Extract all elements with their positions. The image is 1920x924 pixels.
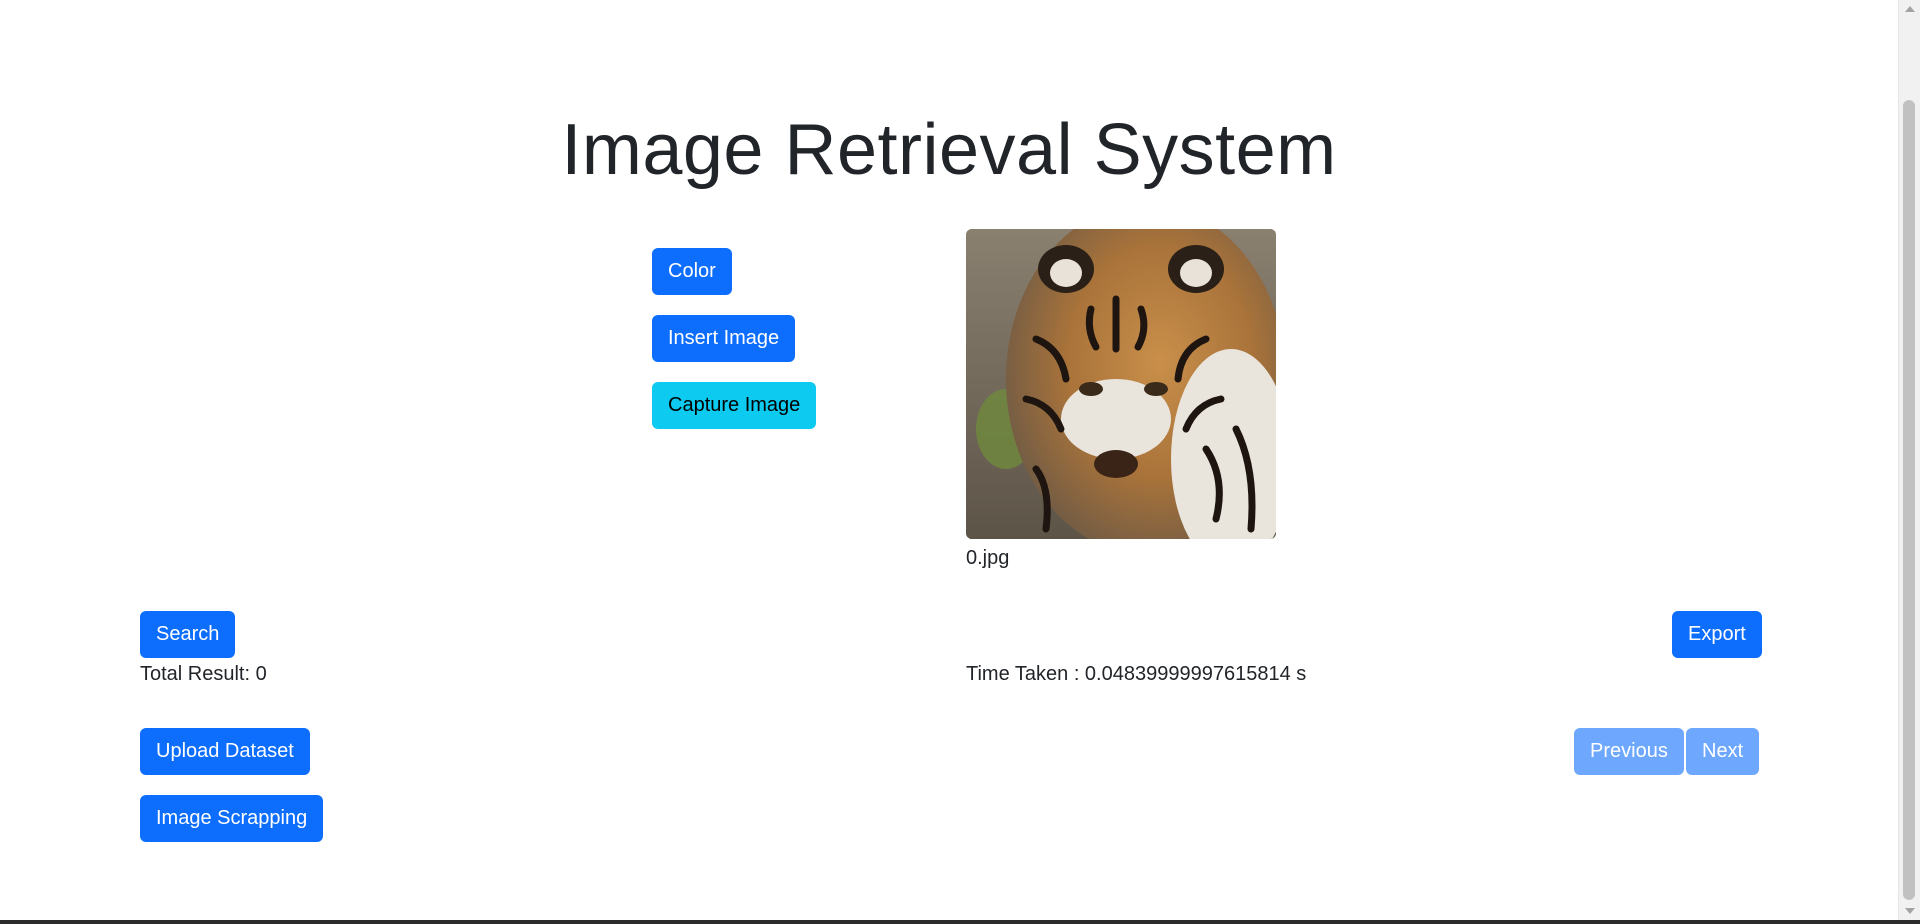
upload-dataset-button[interactable]: Upload Dataset bbox=[140, 728, 310, 775]
vertical-scrollbar[interactable] bbox=[1898, 0, 1920, 920]
export-button[interactable]: Export bbox=[1672, 611, 1762, 658]
insert-image-button[interactable]: Insert Image bbox=[652, 315, 796, 362]
scroll-thumb[interactable] bbox=[1903, 100, 1915, 900]
total-result-text: Total Result: 0 bbox=[140, 663, 267, 685]
previous-button[interactable]: Previous bbox=[1574, 728, 1684, 775]
window-bottom-edge bbox=[0, 920, 1920, 924]
image-filename: 0.jpg bbox=[966, 547, 1010, 569]
scroll-down-icon[interactable] bbox=[1905, 908, 1915, 914]
next-button[interactable]: Next bbox=[1686, 728, 1760, 775]
scroll-up-icon[interactable] bbox=[1905, 6, 1915, 12]
tiger-image bbox=[966, 229, 1276, 539]
page-title: Image Retrieval System bbox=[561, 110, 1337, 190]
time-taken-text: Time Taken : 0.04839999997615814 s bbox=[966, 663, 1307, 685]
color-button[interactable]: Color bbox=[652, 248, 732, 295]
page: Image Retrieval System Color Insert Imag… bbox=[0, 0, 1898, 920]
image-scrapping-button[interactable]: Image Scrapping bbox=[140, 795, 324, 842]
query-image bbox=[966, 229, 1276, 539]
capture-image-button[interactable]: Capture Image bbox=[652, 382, 817, 429]
search-button[interactable]: Search bbox=[140, 611, 236, 658]
